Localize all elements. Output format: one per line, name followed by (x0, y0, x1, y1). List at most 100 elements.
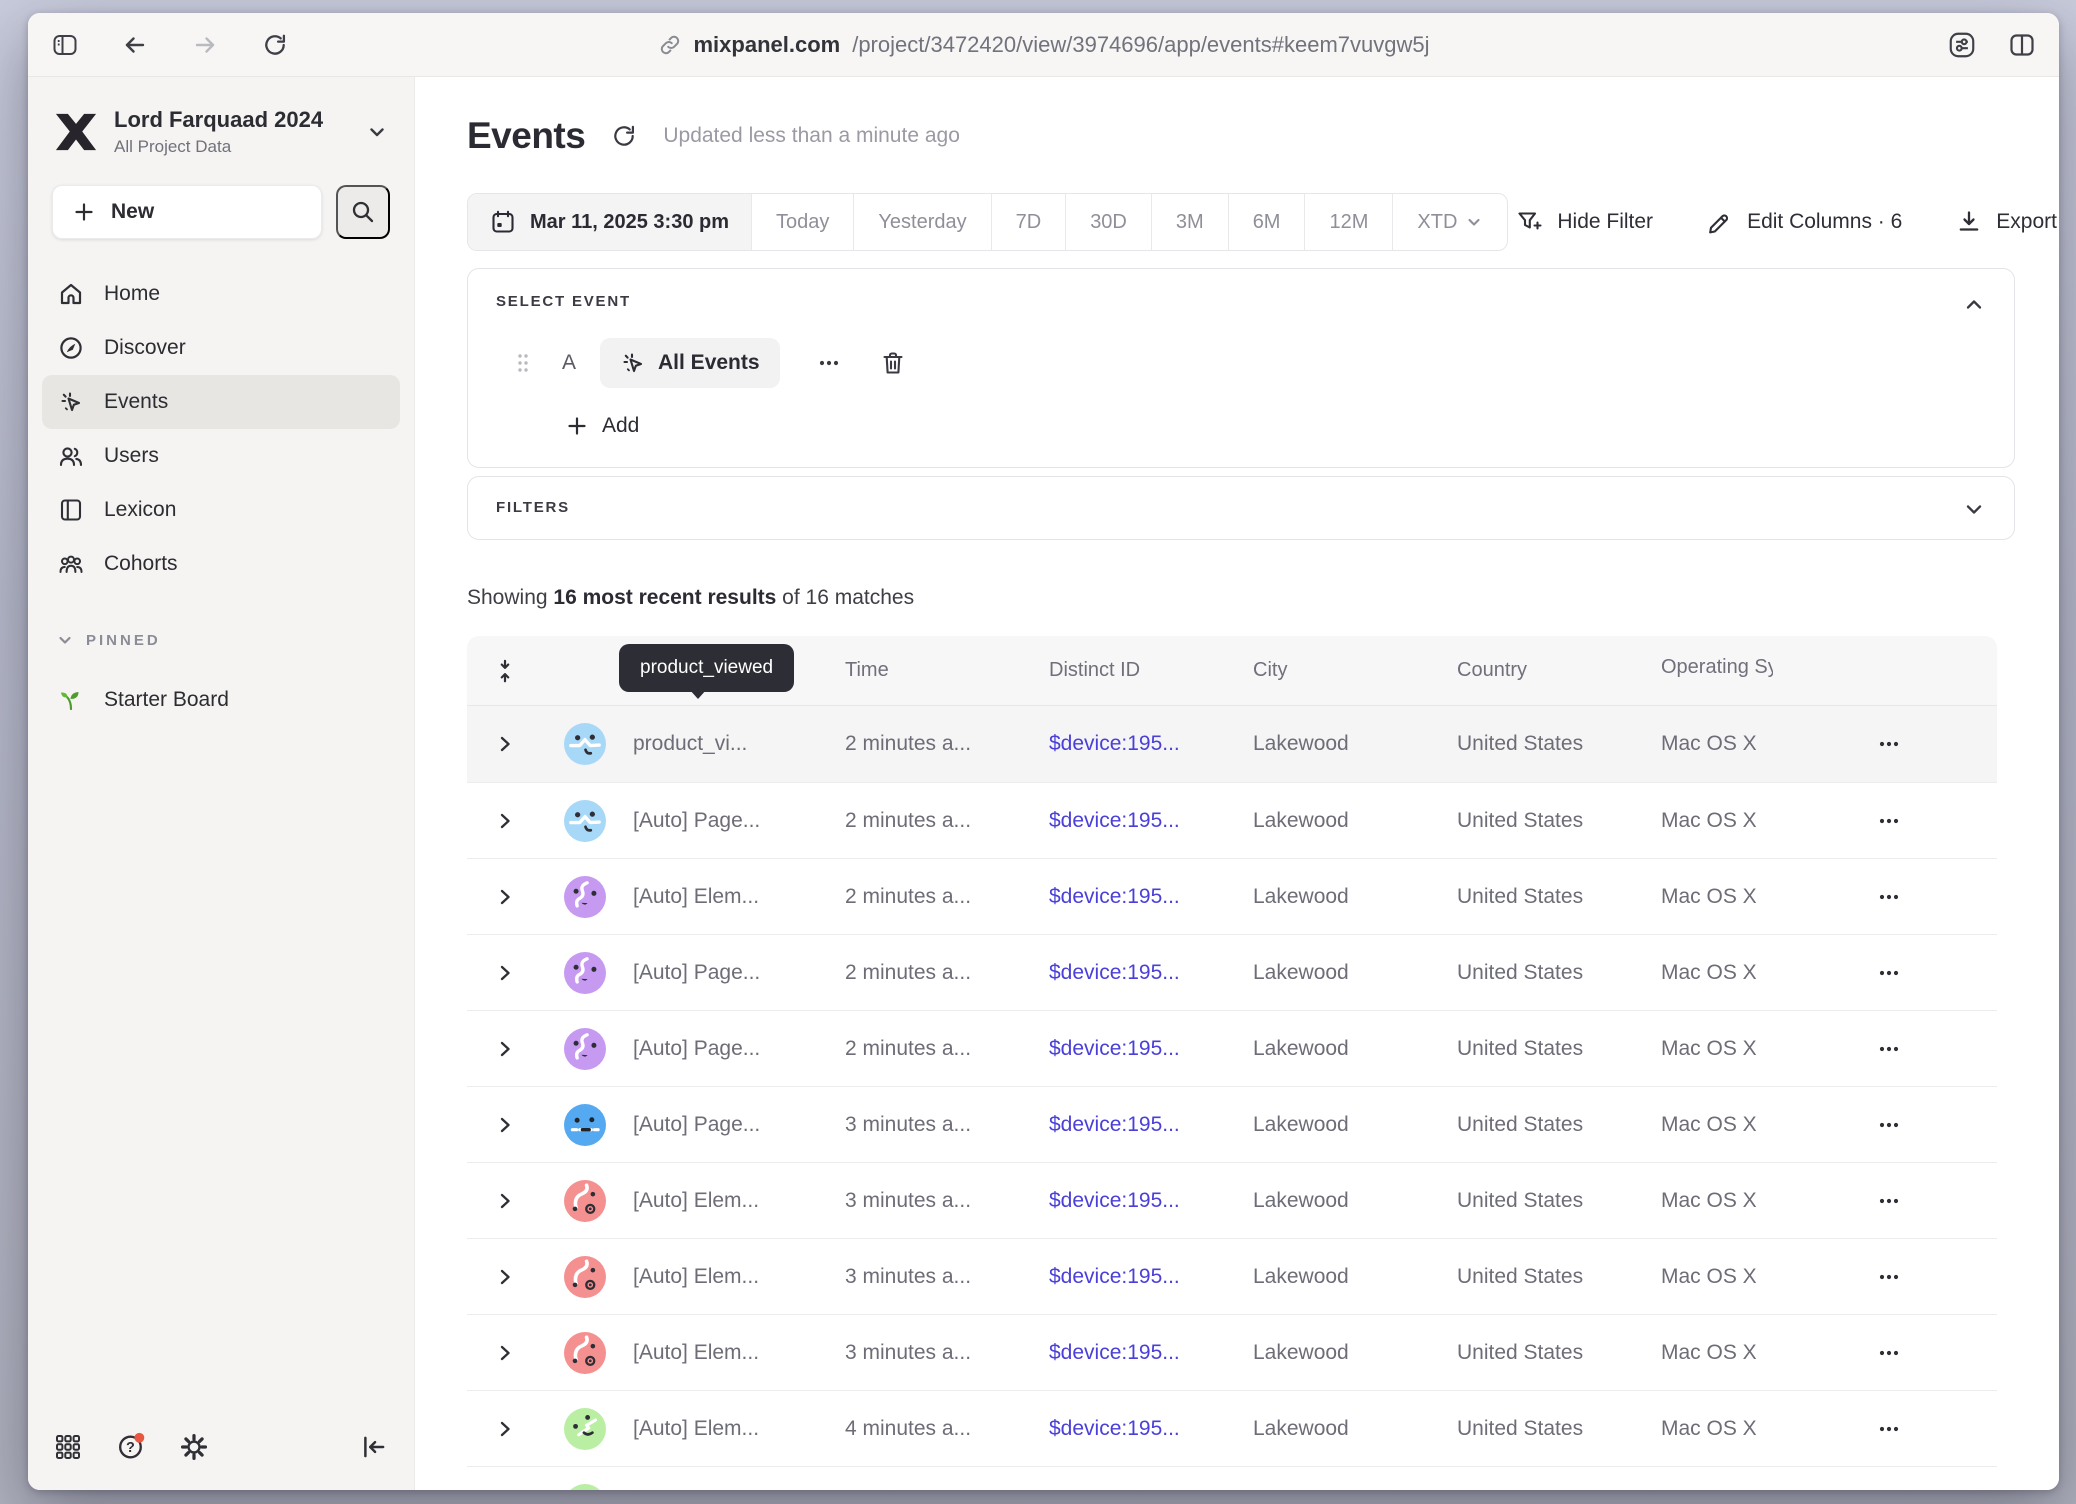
expand-row-icon[interactable] (467, 1267, 543, 1287)
row-actions-icon[interactable] (1865, 959, 1997, 987)
column-header-distinct-id[interactable]: Distinct ID (1043, 659, 1247, 682)
date-preset-7d[interactable]: 7D (991, 194, 1066, 250)
url-bar[interactable]: mixpanel.com/project/3472420/view/397469… (657, 13, 1429, 76)
expand-row-icon[interactable] (467, 887, 543, 907)
date-preset-today[interactable]: Today (751, 194, 853, 250)
row-actions-icon[interactable] (1865, 1263, 1997, 1291)
row-actions-icon[interactable] (1865, 1187, 1997, 1215)
event-name-cell: [Auto] Elem... (627, 885, 839, 909)
column-header-country[interactable]: Country (1451, 659, 1655, 682)
expand-row-icon[interactable] (467, 1039, 543, 1059)
distinct-id-link[interactable]: $device:195... (1043, 885, 1247, 909)
forward-icon[interactable] (190, 30, 220, 60)
table-row[interactable]: [Auto] Page...2 minutes a...$device:195.… (467, 1010, 1997, 1086)
table-row[interactable]: [Auto] Page...2 minutes a...$device:195.… (467, 934, 1997, 1010)
row-actions-icon[interactable] (1865, 1035, 1997, 1063)
table-row[interactable]: [Auto] Elem...3 minutes a...$device:195.… (467, 1162, 1997, 1238)
row-actions-icon[interactable] (1865, 1339, 1997, 1367)
expand-row-icon[interactable] (467, 811, 543, 831)
refresh-icon[interactable] (611, 123, 637, 149)
table-row[interactable]: [Auto] Page...2 minutes a...$device:195.… (467, 782, 1997, 858)
pinned-section-header[interactable]: PINNED (56, 631, 414, 649)
expand-row-icon[interactable] (467, 1191, 543, 1211)
sidebar-item-events[interactable]: Events (42, 375, 400, 429)
collapse-rows-icon[interactable] (467, 658, 543, 684)
reload-icon[interactable] (260, 30, 290, 60)
hide-filter-button[interactable]: Hide Filter (1516, 209, 1653, 236)
date-preset-xtd[interactable]: XTD (1392, 194, 1507, 250)
export-label: Export (1996, 210, 2057, 234)
date-preset-12m[interactable]: 12M (1304, 194, 1392, 250)
column-header-city[interactable]: City (1247, 659, 1451, 682)
event-avatar (543, 876, 627, 918)
time-cell: 2 minutes a... (839, 961, 1043, 985)
row-actions-icon[interactable] (1865, 730, 1997, 758)
date-preset-30d[interactable]: 30D (1065, 194, 1151, 250)
time-cell: 3 minutes a... (839, 1113, 1043, 1137)
table-row[interactable] (467, 1466, 1997, 1490)
sidebar-toggle-icon[interactable] (50, 30, 80, 60)
back-icon[interactable] (120, 30, 150, 60)
new-button[interactable]: New (52, 185, 322, 239)
table-row[interactable]: [Auto] Elem...3 minutes a...$device:195.… (467, 1238, 1997, 1314)
distinct-id-link[interactable]: $device:195... (1043, 1341, 1247, 1365)
search-button[interactable] (336, 185, 390, 239)
sidebar-item-discover[interactable]: Discover (42, 321, 400, 375)
distinct-id-link[interactable]: $device:195... (1043, 809, 1247, 833)
sidebar-item-cohorts[interactable]: Cohorts (42, 537, 400, 591)
date-range-current[interactable]: Mar 11, 2025 3:30 pm (468, 194, 751, 250)
distinct-id-link[interactable]: $device:195... (1043, 961, 1247, 985)
table-row[interactable]: [Auto] Elem...2 minutes a...$device:195.… (467, 858, 1997, 934)
drag-handle-icon[interactable] (516, 351, 530, 375)
more-options-icon[interactable] (816, 350, 842, 376)
expand-row-icon[interactable] (467, 734, 543, 754)
distinct-id-link[interactable]: $device:195... (1043, 1189, 1247, 1213)
split-view-icon[interactable] (2007, 30, 2037, 60)
table-row[interactable]: [Auto] Page...3 minutes a...$device:195.… (467, 1086, 1997, 1162)
distinct-id-link[interactable]: $device:195... (1043, 1113, 1247, 1137)
country-cell: United States (1451, 809, 1655, 833)
event-selector-chip[interactable]: All Events (600, 338, 780, 388)
distinct-id-link[interactable]: $device:195... (1043, 1417, 1247, 1441)
page-settings-icon[interactable] (1947, 30, 1977, 60)
edit-columns-button[interactable]: Edit Columns · 6 (1707, 209, 1902, 235)
expand-row-icon[interactable] (467, 1343, 543, 1363)
chevron-down-icon[interactable] (1962, 497, 1986, 521)
gear-icon[interactable] (180, 1433, 208, 1461)
sidebar-item-users[interactable]: Users (42, 429, 400, 483)
trash-icon[interactable] (880, 350, 906, 376)
pinned-item-starter-board[interactable]: Starter Board (42, 673, 400, 727)
distinct-id-link[interactable]: $device:195... (1043, 1037, 1247, 1061)
project-switcher[interactable]: Lord Farquaad 2024 All Project Data (28, 77, 414, 157)
date-preset-yesterday[interactable]: Yesterday (853, 194, 990, 250)
pinned-list: Starter Board (28, 673, 414, 727)
date-preset-3m[interactable]: 3M (1151, 194, 1228, 250)
sidebar-item-home[interactable]: Home (42, 267, 400, 321)
expand-row-icon[interactable] (467, 963, 543, 983)
apps-grid-icon[interactable] (54, 1433, 82, 1461)
export-button[interactable]: Export (1956, 209, 2057, 235)
date-preset-6m[interactable]: 6M (1228, 194, 1305, 250)
row-actions-icon[interactable] (1865, 1415, 1997, 1443)
sidebar-item-lexicon[interactable]: Lexicon (42, 483, 400, 537)
distinct-id-link[interactable]: $device:195... (1043, 1265, 1247, 1289)
chevron-up-icon[interactable] (1962, 293, 1986, 317)
help-icon[interactable]: ? (116, 1432, 146, 1462)
collapse-sidebar-icon[interactable] (360, 1433, 388, 1461)
sidebar-item-label: Discover (104, 336, 186, 360)
distinct-id-link[interactable]: $device:195... (1043, 732, 1247, 756)
column-header-os[interactable]: Operating System (1655, 656, 1865, 685)
table-row[interactable]: product_vi...2 minutes a...$device:195..… (467, 706, 1997, 782)
table-row[interactable]: [Auto] Elem...4 minutes a...$device:195.… (467, 1390, 1997, 1466)
row-actions-icon[interactable] (1865, 807, 1997, 835)
country-cell: United States (1451, 1037, 1655, 1061)
table-row[interactable]: [Auto] Elem...3 minutes a...$device:195.… (467, 1314, 1997, 1390)
expand-row-icon[interactable] (467, 1419, 543, 1439)
row-actions-icon[interactable] (1865, 883, 1997, 911)
city-cell: Lakewood (1247, 885, 1451, 909)
column-header-time[interactable]: Time (839, 659, 1043, 682)
add-event-button[interactable]: Add (566, 414, 1986, 438)
expand-row-icon[interactable] (467, 1115, 543, 1135)
project-name: Lord Farquaad 2024 (114, 107, 350, 133)
row-actions-icon[interactable] (1865, 1111, 1997, 1139)
